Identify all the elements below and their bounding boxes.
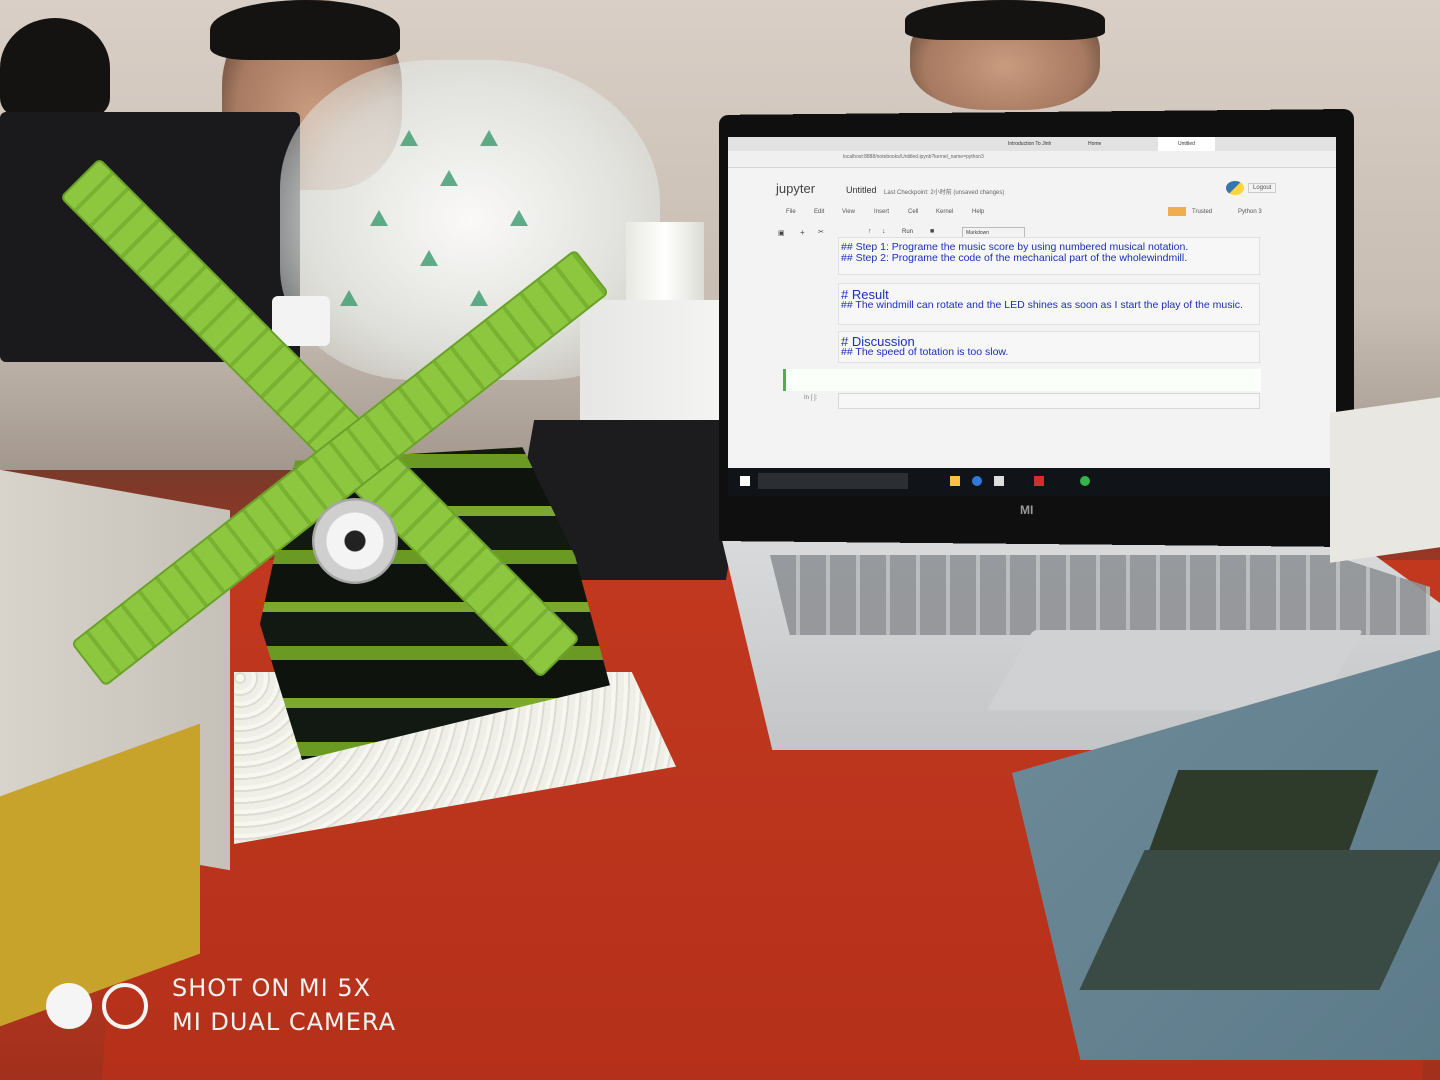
book-cover-scene	[1079, 850, 1440, 990]
person-right-hair	[905, 0, 1105, 40]
jupyter-logo[interactable]: jupyter	[776, 181, 815, 196]
stop-icon[interactable]: ■	[930, 228, 934, 235]
file-explorer-icon[interactable]	[950, 476, 960, 486]
input-prompt: In [ ]:	[804, 395, 818, 401]
trusted-indicator[interactable]: Trusted	[1192, 209, 1212, 215]
discussion-text: ## The speed of totation is too slow.	[841, 346, 1009, 358]
run-button[interactable]: Run	[902, 229, 913, 235]
windows-taskbar	[728, 468, 1336, 496]
right-box	[1330, 397, 1440, 563]
menu-kernel[interactable]: Kernel	[936, 209, 953, 215]
add-cell-icon[interactable]: +	[800, 228, 805, 237]
notebook-title[interactable]: Untitled	[846, 185, 877, 195]
python-icon	[1226, 181, 1244, 195]
active-cell[interactable]	[783, 369, 1261, 391]
address-text: localhost:8888/notebooks/Untitled.ipynb?…	[843, 154, 984, 160]
mail-icon[interactable]	[994, 476, 1004, 486]
tab-introduction[interactable]: Introduction To Jinh	[1008, 137, 1051, 151]
watermark-line-1: SHOT ON MI 5X	[172, 974, 372, 1002]
watermark-dot-filled	[46, 983, 92, 1029]
laptop-logo: MI	[1020, 503, 1034, 517]
edit-mode-badge	[1168, 207, 1186, 216]
markdown-cell-result[interactable]: # Result ## The windmill can rotate and …	[838, 283, 1260, 325]
edge-icon[interactable]	[972, 476, 982, 486]
tab-home[interactable]: Home	[1088, 137, 1101, 151]
browser-tab-bar: Introduction To Jinh Home Untitled	[728, 137, 1336, 151]
menu-edit[interactable]: Edit	[814, 209, 824, 215]
logout-button[interactable]: Logout	[1248, 183, 1277, 193]
markdown-cell-steps[interactable]: ## Step 1: Programe the music score by u…	[838, 237, 1260, 275]
move-up-icon[interactable]: ↑	[868, 228, 872, 235]
menu-help[interactable]: Help	[972, 209, 984, 215]
checkpoint-status: Last Checkpoint: 2小时前 (unsaved changes)	[884, 190, 1005, 196]
markdown-cell-discussion[interactable]: # Discussion ## The speed of totation is…	[838, 331, 1260, 363]
windmill-hub	[312, 498, 398, 584]
address-bar[interactable]: localhost:8888/notebooks/Untitled.ipynb?…	[728, 151, 1336, 168]
chrome-icon[interactable]	[1080, 476, 1090, 486]
tab-untitled[interactable]: Untitled	[1158, 137, 1215, 151]
code-cell-input[interactable]	[838, 393, 1260, 409]
menu-view[interactable]: View	[842, 209, 855, 215]
laptop-keyboard	[770, 555, 1430, 635]
laptop-screen: Introduction To Jinh Home Untitled local…	[728, 137, 1336, 480]
watermark-line-2: MI DUAL CAMERA	[172, 1008, 397, 1036]
kernel-indicator: Python 3	[1238, 209, 1262, 215]
start-icon[interactable]	[740, 476, 750, 486]
app-red-icon[interactable]	[1034, 476, 1044, 486]
menu-file[interactable]: File	[786, 209, 796, 215]
cut-icon[interactable]: ✂	[818, 228, 824, 236]
watermark-dot-ring	[102, 983, 148, 1029]
save-icon[interactable]: ▣	[778, 229, 785, 237]
result-text: ## The windmill can rotate and the LED s…	[841, 299, 1243, 311]
person-left-head	[0, 18, 110, 118]
step-2-text: ## Step 2: Programe the code of the mech…	[841, 252, 1188, 264]
book-cover-model	[1145, 770, 1379, 860]
menu-cell[interactable]: Cell	[908, 209, 918, 215]
move-down-icon[interactable]: ↓	[882, 228, 886, 235]
taskbar-search-box[interactable]	[758, 473, 908, 489]
menu-insert[interactable]: Insert	[874, 209, 889, 215]
person-center-hair	[210, 0, 400, 60]
